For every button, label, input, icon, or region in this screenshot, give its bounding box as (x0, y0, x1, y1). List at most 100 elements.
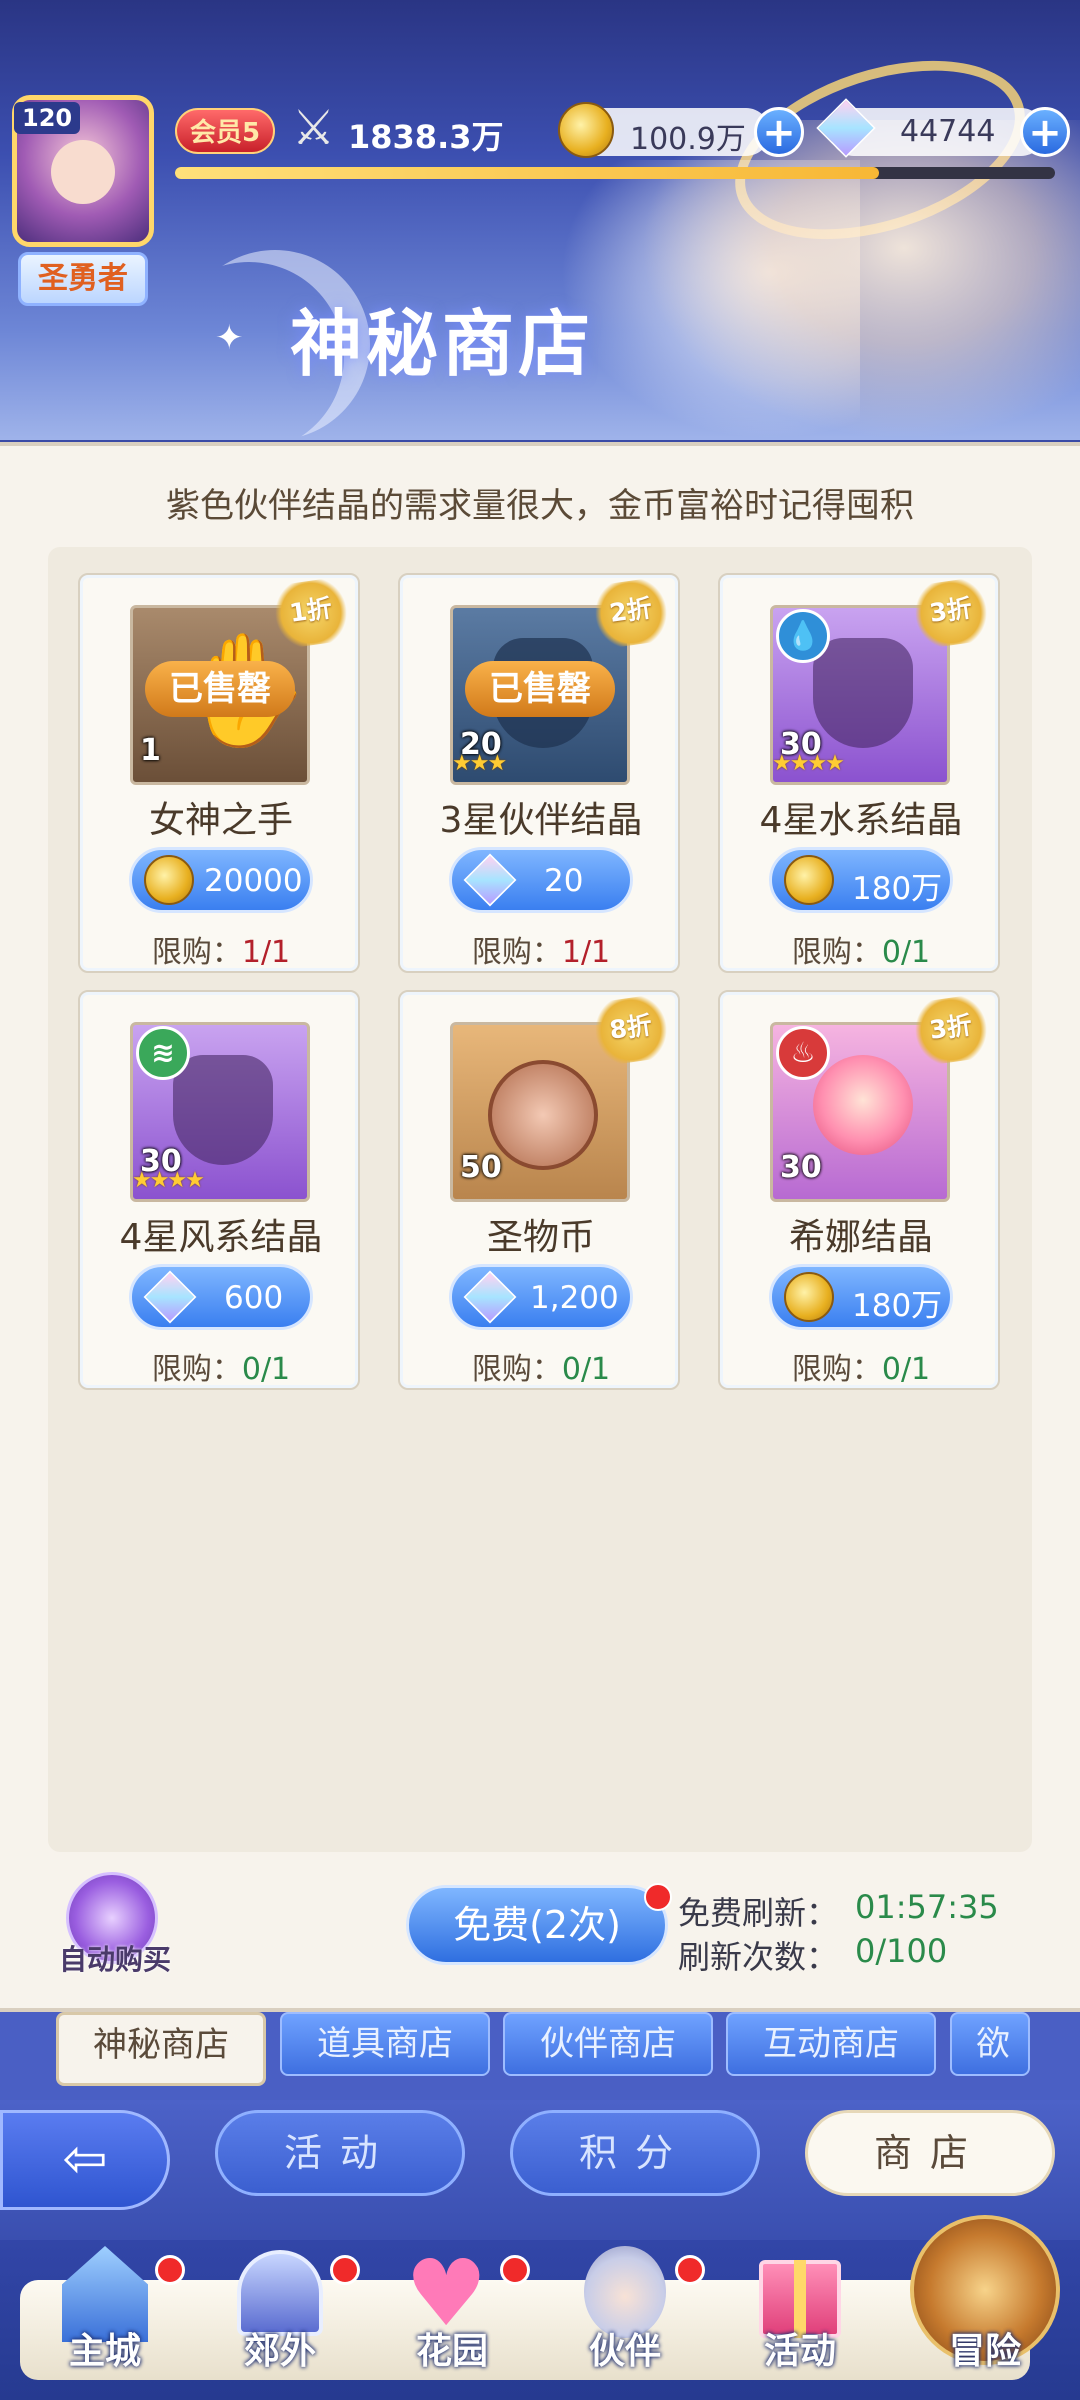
purchase-limit: 限购：1/1 (400, 927, 682, 971)
price-value: 1,200 (530, 1280, 619, 1316)
discount-badge: 3折 (908, 576, 994, 650)
activity-button[interactable]: 活动 (215, 2110, 465, 2196)
purchase-limit: 限购：0/1 (80, 1344, 362, 1388)
limit-value: 1/1 (241, 935, 291, 970)
back-button[interactable]: ⇦ (0, 2110, 170, 2210)
notification-dot (675, 2255, 705, 2285)
nav-activity[interactable]: 活动 (720, 2322, 880, 2374)
limit-value: 0/1 (881, 935, 931, 970)
gem-icon (463, 853, 517, 907)
lips-coin-icon (488, 1060, 598, 1170)
xp-bar-fill (175, 167, 879, 179)
wind-element-icon: ≋ (136, 1026, 190, 1080)
tab-mystery-shop[interactable]: 神秘商店 (56, 2012, 266, 2086)
shop-item-card[interactable]: 已售罄 ★★★ 20 2折 3星伙伴结晶 20 限购：1/1 (398, 573, 680, 973)
gold-coin-icon (784, 1272, 834, 1322)
gold-coin-icon (558, 102, 614, 158)
notification-dot (500, 2255, 530, 2285)
power-sword-icon: ⚔ (292, 100, 336, 156)
tab-desire-shop[interactable]: 欲望 (950, 2012, 1030, 2076)
item-name: 3星伙伴结晶 (439, 800, 643, 841)
water-element-icon: 💧 (776, 609, 830, 663)
limit-label: 限购： (151, 1352, 242, 1387)
sold-out-badge: 已售罄 (145, 661, 295, 717)
purchase-limit: 限购：0/1 (720, 1344, 1002, 1388)
free-refresh-timer: 01:57:35 (855, 1888, 999, 1926)
shop-item-card[interactable]: 50 8折 圣物币 1,200 限购：0/1 (398, 990, 680, 1390)
gold-value: 100.9万 (630, 122, 746, 157)
buy-button[interactable]: 180万 (769, 1264, 953, 1330)
buy-button[interactable]: 1,200 (449, 1264, 633, 1330)
fire-element-icon: ♨ (776, 1026, 830, 1080)
price-value: 180万 (852, 1288, 943, 1324)
notification-dot (644, 1883, 672, 1911)
purchase-limit: 限购：1/1 (80, 927, 362, 971)
player-level: 120 (14, 102, 81, 134)
item-qty: 50 (460, 1150, 502, 1185)
shop-item-card[interactable]: ✋ 已售罄 1 1折 女神之手 20000 限购：1/1 (78, 573, 360, 973)
tab-partner-shop[interactable]: 伙伴商店 (503, 2012, 713, 2076)
add-gold-button[interactable]: + (754, 107, 804, 157)
buy-button[interactable]: 20000 (129, 847, 313, 913)
nav-outskirts[interactable]: 郊外 (200, 2322, 360, 2374)
shop-item-card[interactable]: ≋ ★★★★ 30 4星风系结晶 600 限购：0/1 (78, 990, 360, 1390)
discount-badge: 1折 (268, 576, 354, 650)
player-title-badge[interactable]: 圣勇者 (18, 252, 148, 306)
sparkle-icon: ✦ (215, 318, 244, 358)
crystal-icon (813, 638, 913, 748)
gold-coin-icon (784, 855, 834, 905)
item-name: 4星水系结晶 (759, 800, 963, 841)
limit-value: 0/1 (561, 1352, 611, 1387)
notification-dot (330, 2255, 360, 2285)
item-qty: 1 (140, 733, 161, 768)
character-crystal-icon (813, 1055, 913, 1155)
shop-item-card[interactable]: ♨ 30 3折 希娜结晶 180万 限购：0/1 (718, 990, 1000, 1390)
vip-badge[interactable]: 会员5 (175, 108, 275, 154)
sold-out-badge: 已售罄 (465, 661, 615, 717)
crystal-icon (173, 1055, 273, 1165)
discount-badge: 2折 (588, 576, 674, 650)
notification-dot (155, 2255, 185, 2285)
price-value: 20 (544, 863, 584, 899)
points-button[interactable]: 积分 (510, 2110, 760, 2196)
nav-main-city[interactable]: 主城 (25, 2322, 185, 2374)
limit-label: 限购： (471, 935, 562, 970)
auto-buy-label[interactable]: 自动购买 (50, 1938, 180, 1978)
item-name: 4星风系结晶 (119, 1217, 323, 1258)
tab-item-shop[interactable]: 道具商店 (280, 2012, 490, 2076)
refresh-count-label: 刷新次数： (678, 1938, 839, 1976)
gem-icon (143, 1270, 197, 1324)
shop-item-card[interactable]: 💧 ★★★★ 30 3折 4星水系结晶 180万 限购：0/1 (718, 573, 1000, 973)
item-name: 圣物币 (486, 1217, 595, 1258)
purchase-limit: 限购：0/1 (400, 1344, 682, 1388)
avatar-face (51, 140, 115, 204)
refresh-count-value: 0/100 (855, 1932, 948, 1970)
price-value: 180万 (852, 871, 943, 907)
nav-adventure[interactable]: 冒险 (905, 2322, 1065, 2374)
item-name: 女神之手 (148, 800, 293, 841)
buy-button[interactable]: 20 (449, 847, 633, 913)
discount-badge: 3折 (908, 993, 994, 1067)
limit-label: 限购： (471, 1352, 562, 1387)
tab-interaction-shop[interactable]: 互动商店 (726, 2012, 936, 2076)
purchase-limit: 限购：0/1 (720, 927, 1002, 971)
item-name: 希娜结晶 (788, 1217, 933, 1258)
item-qty: 20 (460, 727, 502, 762)
limit-value: 1/1 (561, 935, 611, 970)
shop-button[interactable]: 商店 (805, 2110, 1055, 2196)
discount-badge: 8折 (588, 993, 674, 1067)
free-refresh-button[interactable]: 免费(2次) (406, 1885, 668, 1965)
nav-partner[interactable]: 伙伴 (545, 2322, 705, 2374)
limit-label: 限购： (151, 935, 242, 970)
price-value: 20000 (204, 863, 303, 899)
limit-value: 0/1 (241, 1352, 291, 1387)
add-gem-button[interactable]: + (1020, 107, 1070, 157)
item-qty: 30 (140, 1144, 182, 1179)
limit-label: 限购： (791, 1352, 882, 1387)
shop-notice: 紫色伙伴结晶的需求量很大，金币富裕时记得囤积 (166, 486, 914, 526)
price-value: 600 (224, 1280, 284, 1316)
item-qty: 30 (780, 1150, 822, 1185)
buy-button[interactable]: 180万 (769, 847, 953, 913)
nav-garden[interactable]: 花园 (372, 2322, 532, 2374)
buy-button[interactable]: 600 (129, 1264, 313, 1330)
